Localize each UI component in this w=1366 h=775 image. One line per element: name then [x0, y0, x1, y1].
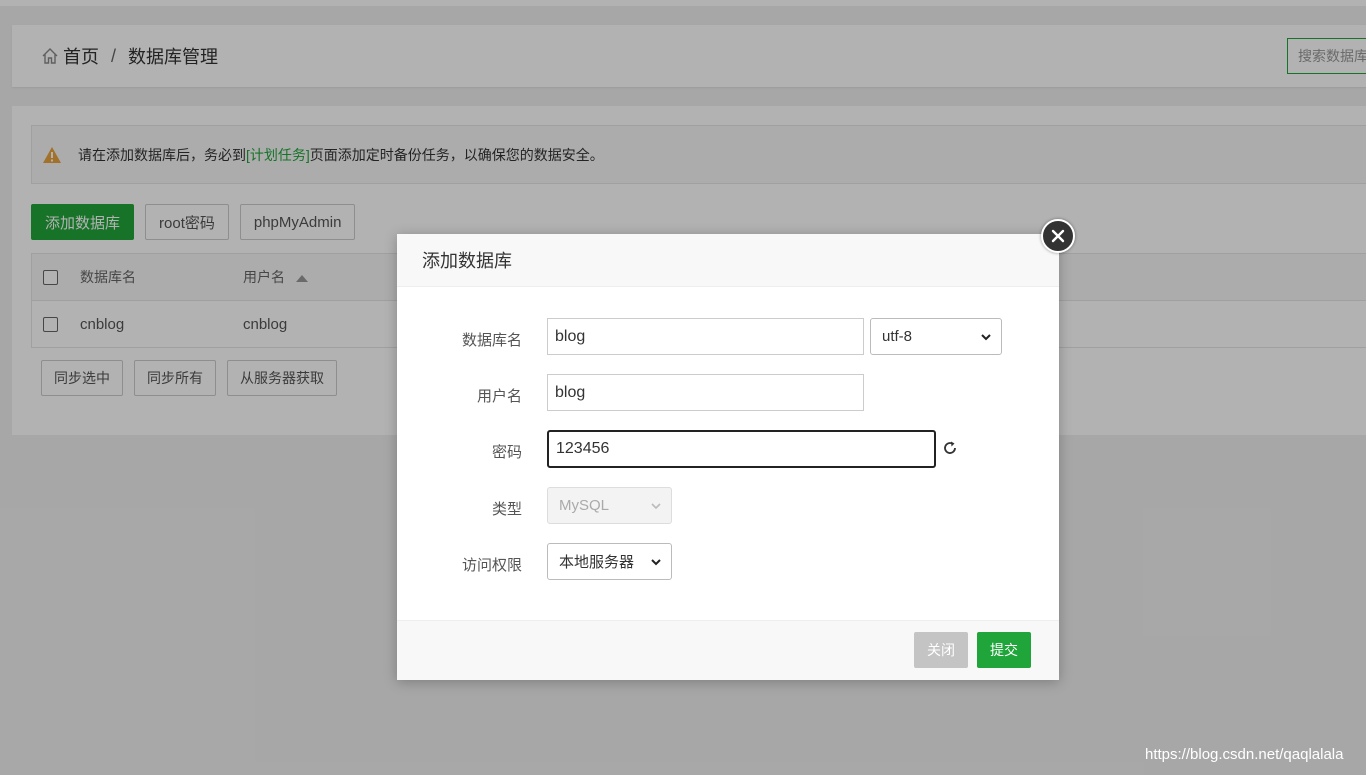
close-icon: [1051, 229, 1065, 243]
close-button[interactable]: 关闭: [914, 632, 968, 668]
access-select-value: 本地服务器: [559, 554, 635, 571]
type-select: MySQL: [547, 487, 672, 524]
dialog-footer: 关闭 提交: [397, 620, 1059, 680]
db-name-input[interactable]: blog: [547, 318, 864, 355]
refresh-password-icon[interactable]: [942, 440, 958, 456]
charset-select-value: utf-8: [882, 328, 913, 345]
chevron-down-icon: [981, 334, 991, 341]
submit-button[interactable]: 提交: [977, 632, 1031, 668]
watermark: https://blog.csdn.net/qaqlalala: [1145, 746, 1344, 763]
type-select-value: MySQL: [559, 497, 610, 514]
access-label: 访问权限: [461, 557, 522, 574]
dialog-close-button[interactable]: [1041, 219, 1075, 253]
password-label: 密码: [491, 444, 522, 461]
password-input[interactable]: 123456: [547, 430, 936, 468]
username-label: 用户名: [476, 388, 522, 405]
charset-select[interactable]: utf-8: [870, 318, 1002, 355]
username-input[interactable]: blog: [547, 374, 864, 411]
db-name-label: 数据库名: [461, 332, 522, 349]
type-label: 类型: [491, 501, 522, 518]
access-select[interactable]: 本地服务器: [547, 543, 672, 580]
chevron-down-icon: [651, 503, 661, 510]
chevron-down-icon: [651, 559, 661, 566]
dialog-title: 添加数据库: [397, 234, 1059, 287]
